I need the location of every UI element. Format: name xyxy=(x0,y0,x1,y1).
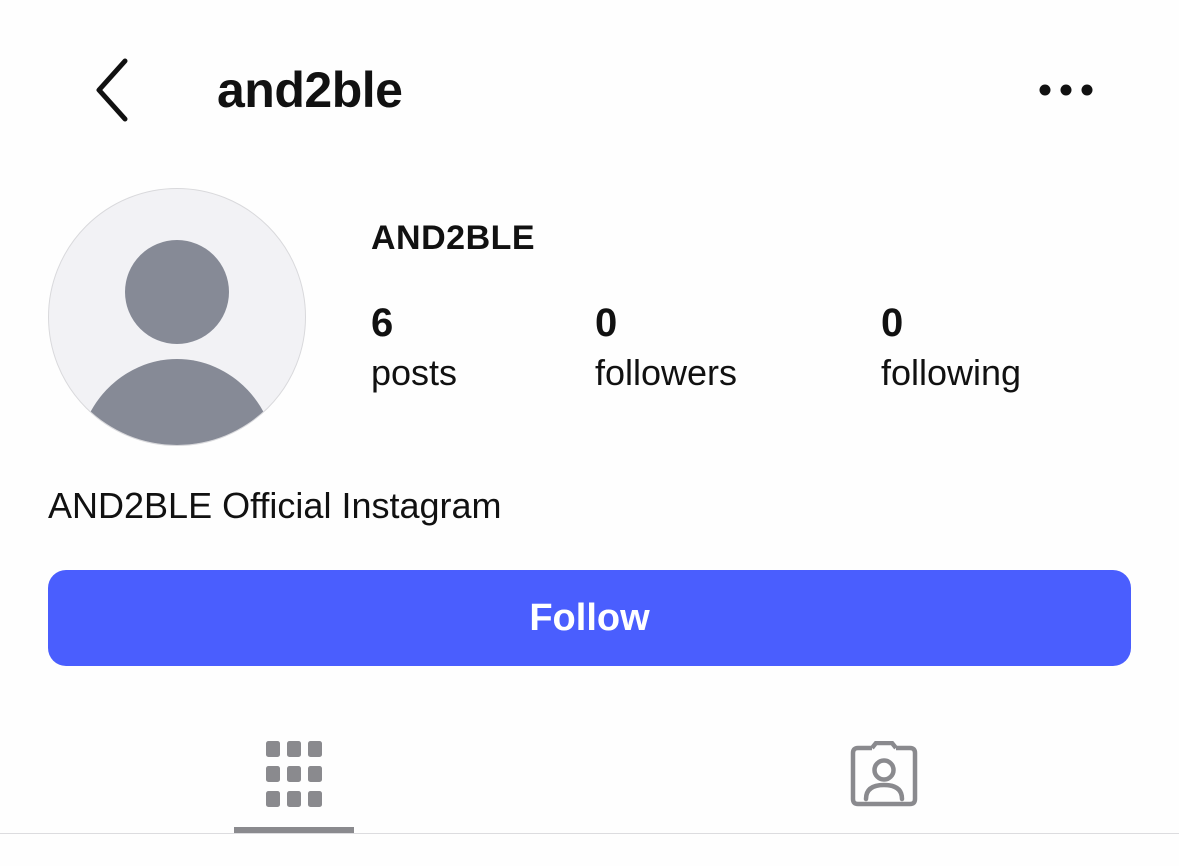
grid-icon xyxy=(266,741,322,807)
back-button[interactable] xyxy=(80,50,146,130)
profile-username: and2ble xyxy=(217,62,403,118)
profile-page: and2ble AND2BLE 6 posts 0 followers 0 fo… xyxy=(0,0,1179,866)
following-stat[interactable]: 0 following xyxy=(881,298,1021,398)
avatar[interactable] xyxy=(48,188,306,446)
more-options-button[interactable] xyxy=(1030,70,1102,110)
display-name: AND2BLE xyxy=(371,219,536,257)
posts-label: posts xyxy=(371,352,458,393)
profile-bio: AND2BLE Official Instagram xyxy=(48,485,502,526)
posts-stat[interactable]: 6 posts xyxy=(371,298,457,398)
tab-posts-grid[interactable] xyxy=(234,718,354,830)
followers-stat[interactable]: 0 followers xyxy=(595,298,737,398)
tab-tagged[interactable] xyxy=(824,718,944,830)
tagged-person-icon xyxy=(850,741,918,807)
chevron-left-icon xyxy=(96,58,128,122)
followers-count: 0 xyxy=(595,301,618,345)
more-horizontal-icon xyxy=(1039,84,1093,96)
following-count: 0 xyxy=(881,301,904,345)
following-label: following xyxy=(881,352,1022,393)
default-avatar-icon xyxy=(78,240,276,445)
followers-label: followers xyxy=(595,352,738,393)
follow-button[interactable]: Follow xyxy=(48,570,1131,666)
tabs-divider xyxy=(0,833,1179,834)
posts-count: 6 xyxy=(371,301,394,345)
